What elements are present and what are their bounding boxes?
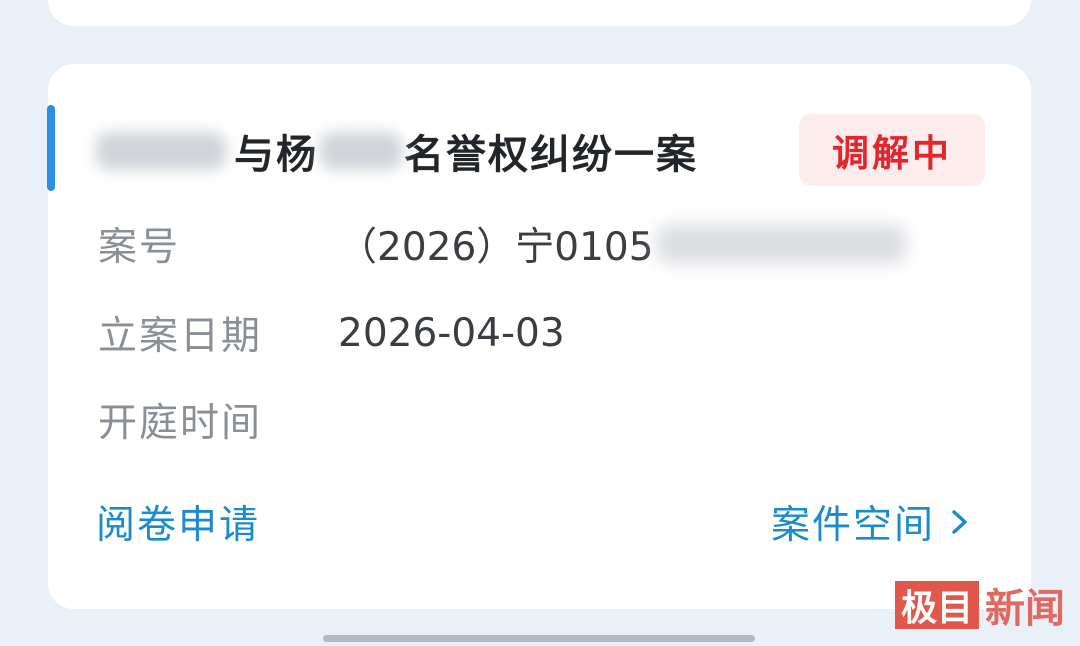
previous-case-card[interactable] [48,0,1031,26]
watermark-logo: 极目 [895,581,980,629]
case-number-label: 案号 [98,225,181,270]
watermark-text: 新闻 [985,585,1066,632]
filing-date-value: 2026-04-03 [338,310,565,356]
watermark: 极目 新闻 [895,581,1065,632]
redacted-name [96,132,226,170]
hearing-time-label: 开庭时间 [98,401,263,446]
status-badge: 调解中 [799,114,985,186]
file-review-request-link[interactable]: 阅卷申请 [96,494,260,550]
case-title-part2: 名誉权纠纷一案 [404,132,698,178]
hearing-time-row: 开庭时间 [98,390,338,450]
chevron-right-icon [945,502,975,542]
redacted-name [320,132,402,170]
case-title-part1: 与杨 [234,132,318,178]
card-accent-bar [47,105,55,191]
home-indicator[interactable] [323,635,755,642]
filing-date-row: 立案日期 2026-04-03 [98,303,565,363]
case-space-link[interactable]: 案件空间 [771,494,975,550]
case-title[interactable]: 与杨 名誉权纠纷一案 [96,116,736,186]
case-number-value: （2026）宁0105 [338,225,654,270]
case-card[interactable]: 与杨 名誉权纠纷一案 调解中 案号 （2026）宁0105 立案日期 2026-… [47,64,1031,609]
redacted-case-number [655,224,906,264]
case-space-label: 案件空间 [770,503,935,548]
case-number-row: 案号 （2026）宁0105 [98,214,906,274]
filing-date-label: 立案日期 [98,314,263,359]
